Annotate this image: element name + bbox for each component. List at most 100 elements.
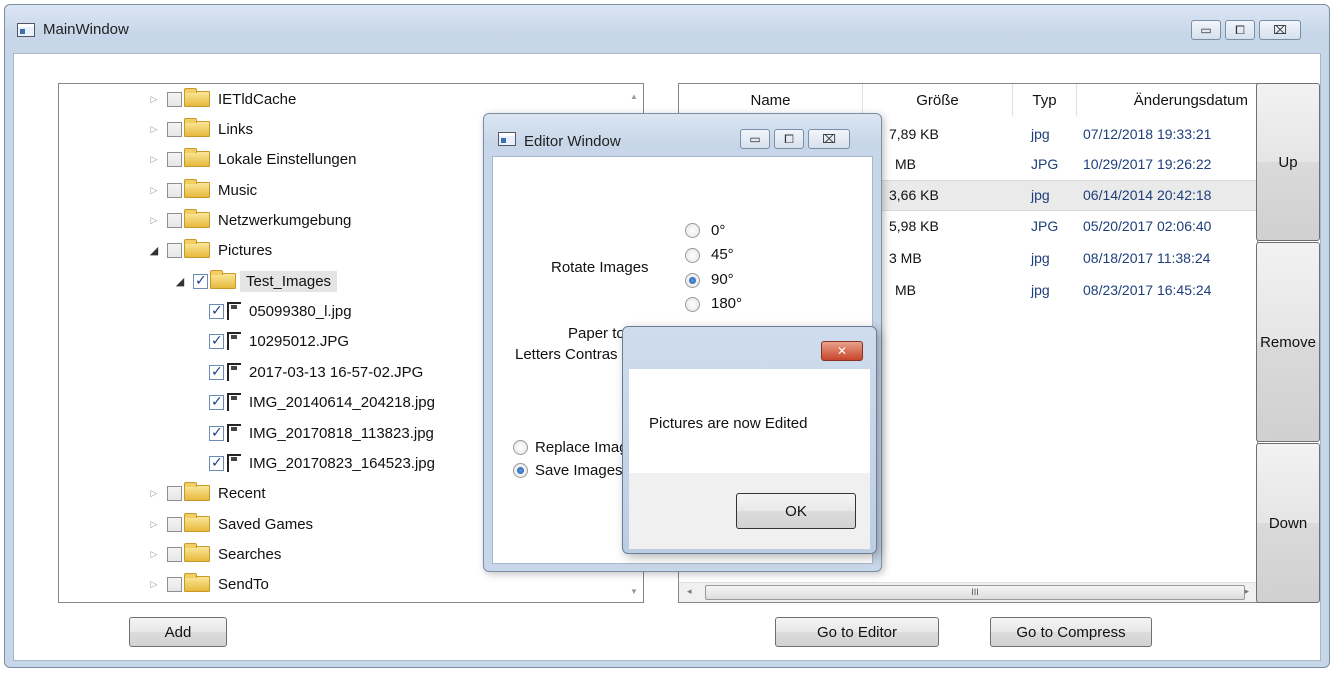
column-header-date[interactable]: Änderungsdatum: [1077, 84, 1257, 116]
rotate-0-radio[interactable]: [685, 223, 700, 238]
tree-checkbox[interactable]: [167, 576, 182, 592]
tree-checkbox[interactable]: [167, 182, 182, 198]
message-body: Pictures are now Edited: [629, 369, 870, 473]
image-file-icon: [227, 363, 241, 381]
tree-item-recent[interactable]: ▷ Recent: [147, 480, 266, 506]
tree-item-pictures[interactable]: ◢ Pictures: [147, 237, 272, 263]
remove-button[interactable]: Remove: [1256, 242, 1320, 442]
tree-checkbox[interactable]: [167, 242, 182, 258]
minimize-button[interactable]: ▭: [1191, 20, 1221, 40]
collapse-arrow-icon[interactable]: ◢: [147, 244, 161, 257]
caption-buttons: ▭ ⧠ ⌧: [1191, 20, 1301, 40]
scrollbar-thumb[interactable]: III: [705, 585, 1245, 600]
collapse-arrow-icon[interactable]: ◢: [173, 275, 187, 288]
up-button[interactable]: Up: [1256, 83, 1320, 241]
column-header-type[interactable]: Typ: [1013, 84, 1077, 116]
app-icon: [498, 132, 516, 146]
tree-item-netzwerkumgebung[interactable]: ▷ Netzwerkumgebung: [147, 207, 351, 233]
replace-images-radio[interactable]: [513, 440, 528, 455]
tree-item-sendto[interactable]: ▷ SendTo: [147, 571, 269, 597]
tree-item-file[interactable]: IMG_20140614_204218.jpg: [203, 389, 435, 415]
go-to-compress-button[interactable]: Go to Compress: [990, 617, 1152, 647]
down-button[interactable]: Down: [1256, 443, 1320, 603]
rotate-0-label: 0°: [711, 222, 726, 239]
expand-arrow-icon[interactable]: ▷: [147, 154, 161, 165]
add-button[interactable]: Add: [129, 617, 227, 647]
editor-minimize-button[interactable]: ▭: [740, 129, 770, 149]
expand-arrow-icon[interactable]: ▷: [147, 549, 161, 560]
tree-item-label: 05099380_l.jpg: [249, 302, 352, 320]
scroll-left-icon[interactable]: ◂: [687, 586, 692, 597]
tree-checkbox[interactable]: [209, 363, 224, 380]
tree-checkbox[interactable]: [167, 212, 182, 228]
expand-arrow-icon[interactable]: ▷: [147, 519, 161, 530]
tree-checkbox[interactable]: [167, 121, 182, 137]
tree-item-file[interactable]: 05099380_l.jpg: [203, 298, 352, 324]
file-size: 7,89 KB: [889, 126, 939, 142]
folder-icon: [184, 543, 210, 562]
scroll-right-icon[interactable]: ▸: [1244, 586, 1249, 597]
file-type: jpg: [1031, 126, 1050, 142]
tree-item-searches[interactable]: ▷ Searches: [147, 541, 281, 567]
tree-item-saved-games[interactable]: ▷ Saved Games: [147, 511, 313, 537]
expand-arrow-icon[interactable]: ▷: [147, 579, 161, 590]
file-type: JPG: [1031, 156, 1059, 172]
tree-item-file[interactable]: IMG_20170823_164523.jpg: [203, 450, 435, 476]
maximize-button[interactable]: ⧠: [1225, 20, 1255, 40]
rotate-180-radio[interactable]: [685, 297, 700, 312]
close-icon: ⌧: [1273, 23, 1287, 37]
expand-arrow-icon[interactable]: ▷: [147, 488, 161, 499]
tree-item-label: Test_Images: [240, 270, 338, 292]
tree-checkbox[interactable]: [167, 91, 182, 107]
column-header-name[interactable]: Name: [679, 84, 863, 116]
expand-arrow-icon[interactable]: ▷: [147, 124, 161, 135]
column-header-size[interactable]: Größe: [863, 84, 1013, 116]
tree-checkbox[interactable]: [193, 272, 208, 289]
tree-item-lokale-einstellungen[interactable]: ▷ Lokale Einstellungen: [147, 146, 356, 172]
tree-item-test-images[interactable]: ◢ Test_Images: [173, 268, 338, 294]
replace-images-label: Replace Imag: [535, 439, 628, 456]
list-horizontal-scrollbar[interactable]: ◂ III ▸: [679, 582, 1257, 602]
tree-checkbox[interactable]: [167, 546, 182, 562]
expand-arrow-icon[interactable]: ▷: [147, 185, 161, 196]
expand-arrow-icon[interactable]: ▷: [147, 94, 161, 105]
rotate-45-radio[interactable]: [685, 248, 700, 263]
tree-item-label: Links: [218, 120, 254, 138]
tree-checkbox[interactable]: [209, 424, 224, 441]
rotate-90-label: 90°: [711, 271, 734, 288]
scroll-up-icon[interactable]: ▲: [625, 92, 643, 101]
close-button[interactable]: ⌧: [1259, 20, 1301, 40]
tree-checkbox[interactable]: [167, 151, 182, 167]
file-type: jpg: [1031, 250, 1050, 266]
tree-checkbox[interactable]: [209, 454, 224, 471]
tree-checkbox[interactable]: [209, 332, 224, 349]
tree-item-label: Saved Games: [218, 515, 314, 533]
tree-checkbox[interactable]: [209, 393, 224, 410]
folder-icon: [184, 573, 210, 592]
tree-item-file[interactable]: 10295012.JPG: [203, 328, 349, 354]
ok-button[interactable]: OK: [736, 493, 856, 529]
file-size: 5,98 KB: [889, 218, 939, 234]
main-titlebar[interactable]: MainWindow ▭ ⧠ ⌧: [5, 5, 1329, 53]
tree-item-file[interactable]: 2017-03-13 16-57-02.JPG: [203, 359, 423, 385]
expand-arrow-icon[interactable]: ▷: [147, 215, 161, 226]
editor-close-button[interactable]: ⌧: [808, 129, 850, 149]
scroll-down-icon[interactable]: ▼: [625, 587, 643, 596]
go-to-editor-button[interactable]: Go to Editor: [775, 617, 939, 647]
message-close-button[interactable]: ✕: [821, 341, 863, 361]
tree-checkbox[interactable]: [209, 302, 224, 319]
editor-maximize-button[interactable]: ⧠: [774, 129, 804, 149]
tree-item-links[interactable]: ▷ Links: [147, 116, 253, 142]
tree-item-music[interactable]: ▷ Music: [147, 177, 257, 203]
minimize-icon: ▭: [749, 132, 761, 146]
tree-checkbox[interactable]: [167, 516, 182, 532]
save-images-radio[interactable]: [513, 463, 528, 478]
tree-item-file[interactable]: IMG_20170818_113823.jpg: [203, 420, 434, 446]
tree-item-ietldcache[interactable]: ▷ IETldCache: [147, 86, 296, 112]
message-box: ✕ Pictures are now Edited OK: [622, 326, 877, 554]
rotate-90-radio[interactable]: [685, 273, 700, 288]
tree-item-label: IMG_20170818_113823.jpg: [249, 424, 434, 442]
message-text: Pictures are now Edited: [649, 415, 808, 432]
tree-checkbox[interactable]: [167, 485, 182, 501]
file-date: 06/14/2014 20:42:18: [1083, 187, 1212, 203]
